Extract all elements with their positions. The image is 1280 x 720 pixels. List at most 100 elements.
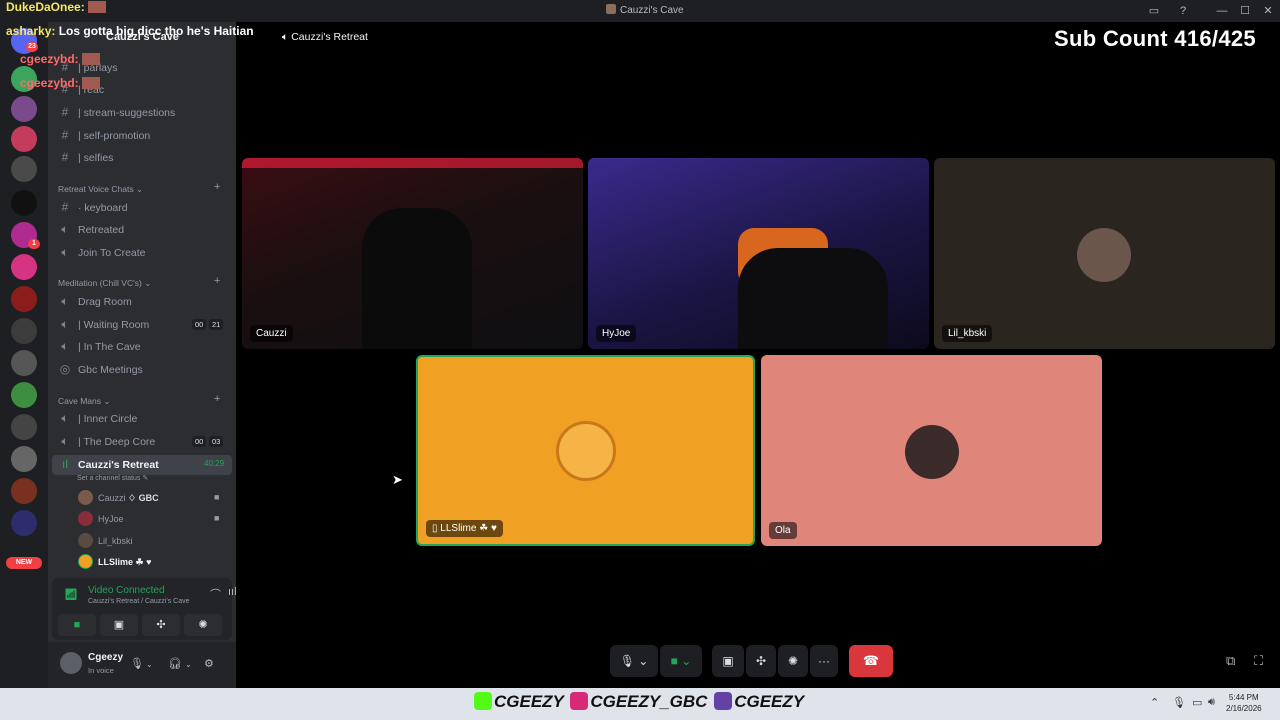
video-tile-ola[interactable]: Ola	[761, 355, 1102, 546]
category-retreat[interactable]: Retreat Voice Chats ⌄	[58, 184, 143, 195]
video-tile-llslime[interactable]: ▯ LLSlime ☘ ♥	[416, 355, 755, 546]
pop-out-icon[interactable]: ⧉	[1226, 653, 1235, 669]
channel-keyboard[interactable]: # · keyboard	[52, 198, 232, 218]
channel-cauzzis-retreat[interactable]: ıl Cauzzi's Retreat 40:29	[52, 455, 232, 475]
server-icon[interactable]	[11, 286, 37, 312]
channel-deep-core[interactable]: 🔈︎ | The Deep Core 00 03	[52, 432, 232, 452]
inbox-icon[interactable]: ▭	[1146, 3, 1162, 19]
camera-icon: ■	[214, 492, 220, 502]
led-strip	[242, 158, 583, 168]
participant-avatar	[905, 425, 959, 479]
voice-user-hyjoe[interactable]: HyJoe ■	[76, 510, 232, 528]
new-badge[interactable]: NEW	[6, 557, 42, 569]
voice-connected-label[interactable]: Video Connected	[88, 585, 165, 596]
server-icon[interactable]	[11, 96, 37, 122]
server-icon[interactable]	[11, 478, 37, 504]
volume-icon[interactable]: 🔊︎	[1208, 696, 1215, 709]
channel-gbc-meetings[interactable]: ◎ Gbc Meetings	[52, 360, 232, 380]
system-clock[interactable]: 5:44 PM 2/16/2026	[1226, 692, 1262, 714]
server-icon[interactable]	[11, 318, 37, 344]
channel-status-placeholder[interactable]: Set a channel status ✎	[77, 474, 148, 482]
voice-user-lil-kbski[interactable]: Lil_kbski	[76, 532, 232, 550]
server-icon[interactable]	[11, 510, 37, 536]
voice-user-llslime[interactable]: LLSlime ☘ ♥	[76, 553, 232, 571]
emote-icon	[88, 1, 107, 13]
channel-waiting-room[interactable]: 🔈︎ | Waiting Room 00 21	[52, 315, 232, 335]
chevron-down-icon[interactable]: ⌄	[185, 660, 192, 669]
server-icon[interactable]	[11, 414, 37, 440]
activities-button[interactable]: ✣	[142, 614, 180, 636]
category-label: Meditation (Chill VC's)	[58, 278, 142, 288]
chevron-up-icon[interactable]: ⌃	[1150, 696, 1159, 709]
activities-button[interactable]: ✣	[746, 645, 776, 677]
camera-button[interactable]: ■	[58, 614, 96, 636]
voice-location[interactable]: Cauzzi's Retreat / Cauzzi's Cave	[88, 598, 190, 605]
network-icon[interactable]: ▭	[1192, 696, 1202, 709]
user-count: 00	[192, 436, 207, 447]
video-tile-hyjoe[interactable]: HyJoe	[588, 158, 929, 349]
close-icon[interactable]: ✕	[1260, 3, 1276, 19]
headphones-icon[interactable]: 🎧︎	[168, 657, 182, 670]
microphone-tray-icon[interactable]: 🎙︎	[1172, 696, 1186, 709]
screen-share-button[interactable]: ▣	[100, 614, 138, 636]
server-icon[interactable]	[11, 126, 37, 152]
camera-toggle-button[interactable]: ■ ⌄	[660, 645, 702, 677]
channel-stream-suggestions[interactable]: # | stream-suggestions	[52, 103, 232, 123]
channel-self-promotion[interactable]: # | self-promotion	[52, 126, 232, 146]
participant-name: HyJoe	[596, 325, 637, 342]
add-channel-icon[interactable]: +	[214, 181, 220, 193]
user-avatar[interactable]	[60, 652, 82, 674]
add-channel-icon[interactable]: +	[214, 275, 220, 287]
disconnect-icon[interactable]: ⌒	[210, 586, 221, 602]
soundboard-button[interactable]: ✺	[778, 645, 808, 677]
settings-gear-icon[interactable]: ⚙	[204, 657, 214, 670]
video-tile-lil-kbski[interactable]: Lil_kbski	[934, 158, 1275, 349]
user-name: Cauzzi	[98, 493, 126, 503]
channel-retreated[interactable]: 🔈︎ Retreated	[52, 220, 232, 240]
window-title: Cauzzi's Cave	[606, 4, 684, 16]
server-icon[interactable]	[11, 350, 37, 376]
category-meditation[interactable]: Meditation (Chill VC's) ⌄	[58, 278, 151, 289]
title-bar: Cauzzi's Cave ▭ ? — ☐ ✕	[0, 0, 1280, 22]
category-label: Retreat Voice Chats	[58, 184, 134, 194]
mute-button[interactable]: 🎙︎ ⌄	[610, 645, 658, 677]
server-icon[interactable]	[11, 446, 37, 472]
channel-in-the-cave[interactable]: 🔈︎ | In The Cave	[52, 337, 232, 357]
channel-inner-circle[interactable]: 🔈︎ | Inner Circle	[52, 409, 232, 429]
channel-drag-room[interactable]: 🔈︎ Drag Room	[52, 292, 232, 312]
server-icon[interactable]	[11, 254, 37, 280]
channel-label: | Inner Circle	[78, 413, 138, 425]
room-title: 🔈︎ Cauzzi's Retreat	[282, 31, 368, 44]
help-icon[interactable]: ?	[1175, 3, 1191, 19]
avatar	[78, 554, 93, 569]
speaker-icon: 🔈︎	[61, 245, 69, 259]
soundboard-button[interactable]: ✺	[184, 614, 222, 636]
server-icon[interactable]	[11, 382, 37, 408]
minimize-icon[interactable]: —	[1214, 3, 1230, 19]
participant-name: ▯ LLSlime ☘ ♥	[426, 520, 503, 537]
user-name[interactable]: Cgeezy	[88, 652, 123, 663]
emote-icon	[82, 53, 101, 65]
channel-label: | stream-suggestions	[78, 107, 176, 119]
channel-selfies[interactable]: # | selfies	[52, 148, 232, 168]
signal-icon[interactable]: 📶︎	[64, 588, 78, 601]
video-tile-cauzzi[interactable]: Cauzzi	[242, 158, 583, 349]
category-cave-mans[interactable]: Cave Mans ⌄	[58, 396, 110, 407]
add-channel-icon[interactable]: +	[214, 393, 220, 405]
channel-join-to-create[interactable]: 🔈︎ Join To Create	[52, 243, 232, 263]
more-options-button[interactable]: ···	[810, 645, 838, 677]
sub-count: Sub Count 416/425	[1054, 26, 1256, 51]
disconnect-call-button[interactable]: ☎	[849, 645, 893, 677]
chevron-down-icon[interactable]: ⌄	[146, 660, 153, 669]
unread-badge: 1	[28, 239, 40, 249]
maximize-icon[interactable]: ☐	[1237, 3, 1253, 19]
microphone-icon[interactable]: 🎙︎	[130, 657, 144, 670]
avatar	[78, 490, 93, 505]
channel-label: | Waiting Room	[78, 319, 150, 331]
server-icon[interactable]	[11, 190, 37, 216]
kick-handle: CGEEZY	[494, 692, 564, 711]
voice-user-cauzzi[interactable]: Cauzzi ♢ GBC ■	[76, 489, 232, 507]
fullscreen-icon[interactable]: ⛶	[1254, 653, 1263, 669]
share-screen-button[interactable]: ▣	[712, 645, 744, 677]
server-icon[interactable]	[11, 156, 37, 182]
